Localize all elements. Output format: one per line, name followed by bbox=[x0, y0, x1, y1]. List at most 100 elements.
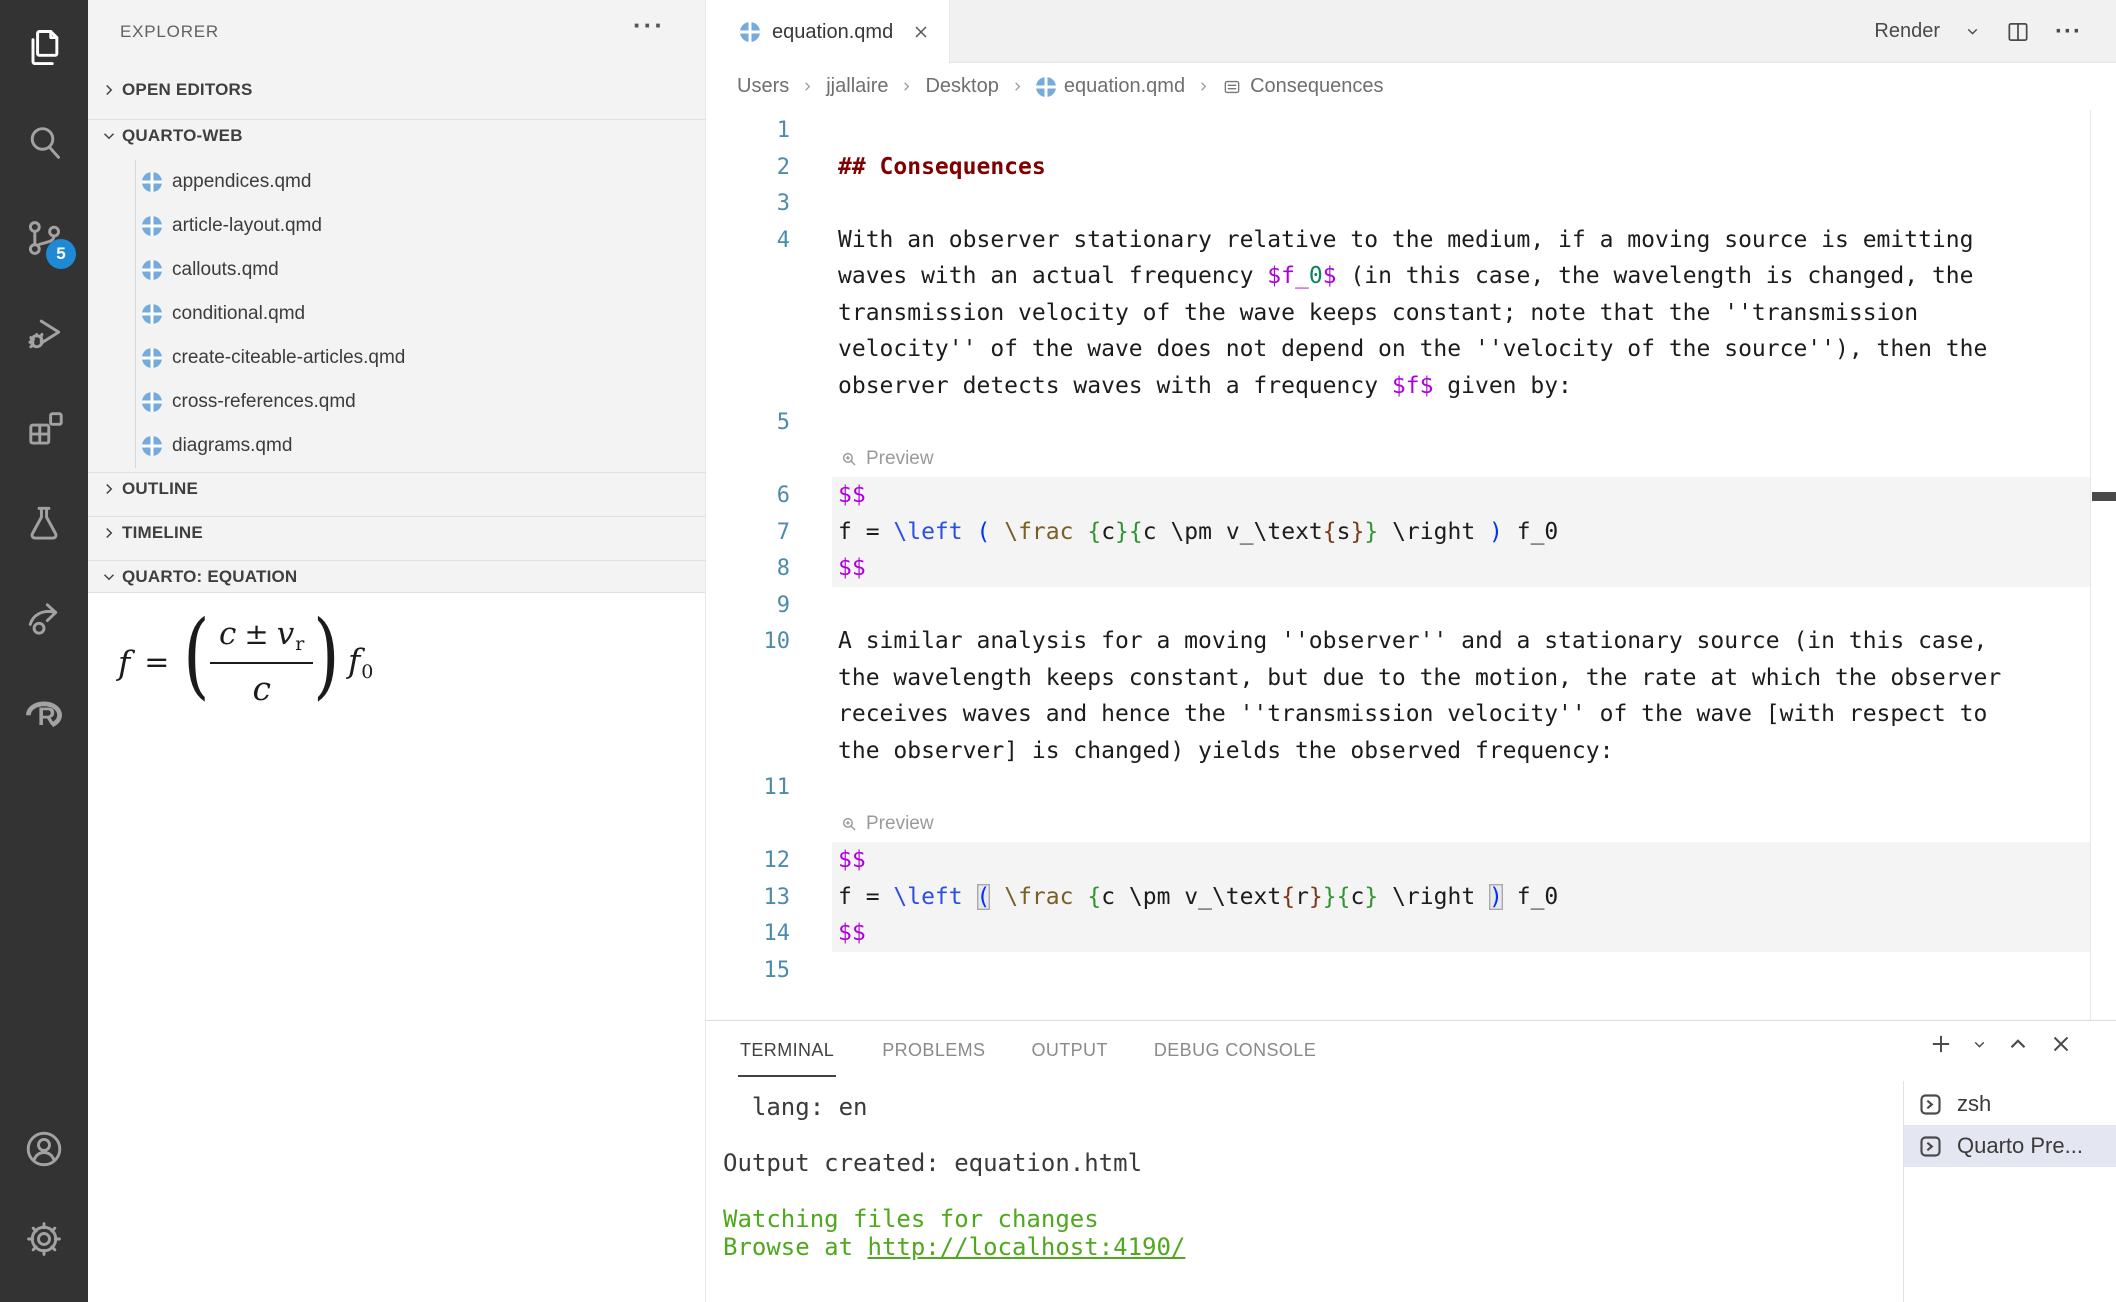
code-token: $f_ bbox=[1267, 263, 1309, 289]
account-button[interactable] bbox=[0, 1104, 88, 1194]
editor-line[interactable]: 2## Consequences bbox=[706, 149, 2116, 186]
explorer-button[interactable] bbox=[0, 0, 88, 95]
section-workspace[interactable]: QUARTO-WEB bbox=[88, 119, 706, 151]
plus-minus: ± bbox=[244, 617, 268, 651]
code-token bbox=[1475, 519, 1489, 545]
file-item[interactable]: appendices.qmd bbox=[88, 160, 706, 204]
terminal-line bbox=[723, 1121, 1185, 1149]
editor-line[interactable]: 1 bbox=[706, 112, 2116, 149]
code-token bbox=[1475, 884, 1489, 910]
zoom-in-icon bbox=[840, 815, 859, 834]
editor-line[interactable]: 8$$ bbox=[706, 550, 2116, 587]
editor-line[interactable]: 13f = \left ( \frac {c \pm v_\text{r}}{c… bbox=[706, 879, 2116, 916]
section-quarto-equation[interactable]: QUARTO: EQUATION bbox=[88, 560, 706, 592]
editor-line[interactable]: 6 $$ bbox=[706, 477, 2116, 514]
tab-equation-qmd[interactable]: equation.qmd bbox=[706, 0, 950, 64]
editor-line[interactable]: 15 bbox=[706, 952, 2116, 989]
run-and-debug-button[interactable] bbox=[0, 285, 88, 380]
equation-preview: f = ( c±vr c ) f0 bbox=[88, 593, 705, 711]
preview-code-lens[interactable]: Preview bbox=[840, 448, 934, 470]
quarto-file-icon bbox=[142, 260, 162, 280]
panel-tab-debug-console[interactable]: DEBUG CONSOLE bbox=[1154, 1040, 1316, 1061]
file-item[interactable]: callouts.qmd bbox=[88, 248, 706, 292]
terminal-text: Output created: equation.html bbox=[723, 1149, 1142, 1177]
render-button[interactable]: Render bbox=[1874, 20, 1940, 43]
scm-badge: 5 bbox=[46, 239, 76, 269]
section-outline[interactable]: OUTLINE bbox=[88, 472, 706, 504]
section-label: TIMELINE bbox=[122, 523, 203, 543]
editor-line[interactable]: 14$$ bbox=[706, 915, 2116, 952]
close-panel-button[interactable] bbox=[2048, 1031, 2074, 1057]
extensions-button[interactable] bbox=[0, 380, 88, 475]
panel-tab-output[interactable]: OUTPUT bbox=[1031, 1040, 1107, 1061]
quarto-button[interactable] bbox=[0, 570, 88, 665]
editor-line[interactable]: 3 bbox=[706, 185, 2116, 222]
code-token: f_0 bbox=[1503, 884, 1558, 910]
quarto-file-icon bbox=[142, 216, 162, 236]
terminal-output[interactable]: lang: en Output created: equation.html W… bbox=[723, 1093, 1185, 1261]
rhs-sub: 0 bbox=[361, 661, 373, 683]
editor-line[interactable]: 12$$ bbox=[706, 842, 2116, 879]
code-token bbox=[990, 519, 1004, 545]
source-control-button[interactable]: 5 bbox=[0, 190, 88, 285]
file-item[interactable]: create-citeable-articles.qmd bbox=[88, 336, 706, 380]
editor-line[interactable]: waves with an actual frequency $f_0$ (in… bbox=[706, 258, 2116, 295]
editor-line[interactable]: 10A similar analysis for a moving ''obse… bbox=[706, 623, 2116, 660]
new-terminal-button[interactable] bbox=[1928, 1031, 1954, 1057]
editor-line[interactable]: Preview bbox=[706, 806, 2116, 843]
editor-line[interactable]: 4With an observer stationary relative to… bbox=[706, 222, 2116, 259]
code-token: { bbox=[1087, 884, 1101, 910]
settings-gear-button[interactable] bbox=[0, 1194, 88, 1284]
search-icon bbox=[22, 121, 66, 165]
terminal-link[interactable]: http://localhost:4190/ bbox=[868, 1233, 1186, 1261]
preview-code-lens[interactable]: Preview bbox=[840, 813, 934, 835]
section-label: QUARTO: EQUATION bbox=[122, 567, 297, 587]
editor-line[interactable]: receives waves and hence the ''transmiss… bbox=[706, 696, 2116, 733]
file-item[interactable]: diagrams.qmd bbox=[88, 424, 706, 468]
editor-line[interactable]: transmission velocity of the wave keeps … bbox=[706, 295, 2116, 332]
testing-button[interactable] bbox=[0, 475, 88, 570]
file-item[interactable]: conditional.qmd bbox=[88, 292, 706, 336]
code-lens-label: Preview bbox=[866, 448, 934, 470]
line-number: 7 bbox=[706, 520, 790, 545]
editor-line[interactable]: 9 bbox=[706, 587, 2116, 624]
file-item[interactable]: article-layout.qmd bbox=[88, 204, 706, 248]
editor-line[interactable]: 5 bbox=[706, 404, 2116, 441]
code-token: \left bbox=[893, 884, 962, 910]
section-label: OPEN EDITORS bbox=[122, 80, 253, 100]
editor-line[interactable]: observer detects waves with a frequency … bbox=[706, 368, 2116, 405]
code-token: $$ bbox=[838, 482, 866, 508]
maximize-panel-button[interactable] bbox=[2005, 1031, 2031, 1057]
terminal-dropdown-icon[interactable] bbox=[1971, 1036, 1988, 1053]
search-button[interactable] bbox=[0, 95, 88, 190]
code-text: the wavelength keeps constant, but due t… bbox=[838, 660, 2001, 697]
terminal-list-item[interactable]: zsh bbox=[1904, 1083, 2116, 1125]
editor-line[interactable]: 11 bbox=[706, 769, 2116, 806]
editor-line[interactable]: the wavelength keeps constant, but due t… bbox=[706, 660, 2116, 697]
code-token: c \pm v_\text bbox=[1143, 519, 1323, 545]
render-dropdown-icon[interactable] bbox=[1964, 23, 1981, 40]
overview-ruler[interactable] bbox=[2090, 110, 2116, 1020]
editor-line[interactable]: the observer] is changed) yields the obs… bbox=[706, 733, 2116, 770]
editor-line[interactable]: velocity'' of the wave does not depend o… bbox=[706, 331, 2116, 368]
editor-line[interactable]: Preview bbox=[706, 441, 2116, 478]
section-timeline[interactable]: TIMELINE bbox=[88, 516, 706, 548]
sidebar-more-actions-button[interactable]: ··· bbox=[633, 10, 665, 41]
chevron-right-icon bbox=[100, 480, 118, 498]
panel-tab-problems[interactable]: PROBLEMS bbox=[882, 1040, 985, 1061]
editor-more-actions-button[interactable]: ··· bbox=[2055, 18, 2082, 46]
terminal-list-item[interactable]: Quarto Pre... bbox=[1904, 1125, 2116, 1167]
numerator-c: c bbox=[219, 616, 236, 652]
settings-gear-icon bbox=[22, 1217, 66, 1261]
panel-tab-terminal[interactable]: TERMINAL bbox=[738, 1024, 836, 1077]
editor-line[interactable]: 7f = \left ( \frac {c}{c \pm v_\text{s}}… bbox=[706, 514, 2116, 551]
file-name: cross-references.qmd bbox=[172, 391, 356, 413]
section-open-editors[interactable]: OPEN EDITORS bbox=[88, 74, 706, 106]
file-item[interactable]: cross-references.qmd bbox=[88, 380, 706, 424]
split-editor-icon[interactable] bbox=[2005, 19, 2031, 45]
tab-close-icon[interactable] bbox=[911, 22, 931, 42]
r-lang-button[interactable]: R bbox=[0, 665, 88, 760]
file-name: create-citeable-articles.qmd bbox=[172, 347, 405, 369]
code-token bbox=[1378, 519, 1392, 545]
line-number: 6 bbox=[706, 483, 790, 508]
